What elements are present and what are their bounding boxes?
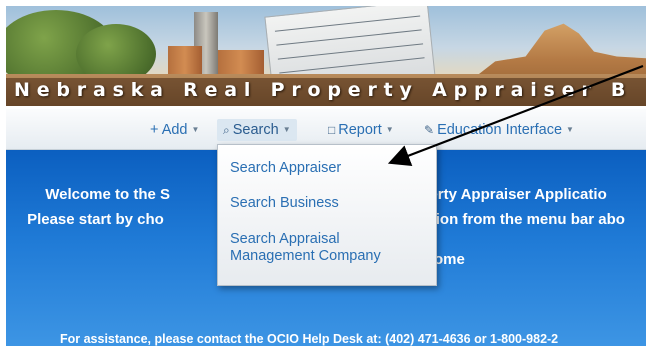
- banner-title: Nebraska Real Property Appraiser B: [14, 79, 633, 101]
- nav-education-label: Education Interface: [437, 122, 563, 138]
- home-text: ome: [434, 251, 465, 268]
- pencil-icon: ✎: [424, 123, 435, 137]
- menu-item-search-amc[interactable]: Search Appraisal Management Company: [230, 231, 410, 265]
- instruction-text-start: Please start by cho: [27, 211, 164, 228]
- browser-frame: Nebraska Real Property Appraiser B + Add…: [6, 6, 646, 346]
- chevron-down-icon: ▼: [385, 125, 394, 134]
- chevron-down-icon: ▼: [191, 125, 200, 134]
- header-banner: Nebraska Real Property Appraiser B: [6, 6, 646, 106]
- nav-search-menu[interactable]: ⌕ Search ▼: [217, 119, 297, 141]
- nav-education-menu[interactable]: ✎ Education Interface ▼: [424, 119, 574, 141]
- search-dropdown-menu: Search Appraiser Search Business Search …: [217, 144, 437, 286]
- chevron-down-icon: ▼: [566, 125, 574, 134]
- help-desk-text: For assistance, please contact the OCIO …: [60, 332, 559, 346]
- nav-add-label: + Add: [150, 122, 188, 138]
- nav-search-label: Search: [232, 122, 279, 138]
- menu-item-search-appraiser[interactable]: Search Appraiser: [230, 160, 430, 177]
- instruction-text-end: tion from the menu bar abo: [430, 211, 625, 228]
- welcome-text-start: Welcome to the S: [45, 186, 171, 203]
- report-icon: □: [328, 123, 336, 137]
- chevron-down-icon: ▼: [282, 125, 291, 134]
- nav-report-label: Report: [338, 122, 382, 138]
- nav-add-menu[interactable]: + Add ▼: [150, 119, 199, 141]
- welcome-text-end: perty Appraiser Applicatio: [420, 186, 607, 203]
- nav-report-menu[interactable]: □ Report ▼: [328, 119, 394, 141]
- search-icon: ⌕: [223, 123, 230, 137]
- menu-item-search-business[interactable]: Search Business: [230, 195, 430, 212]
